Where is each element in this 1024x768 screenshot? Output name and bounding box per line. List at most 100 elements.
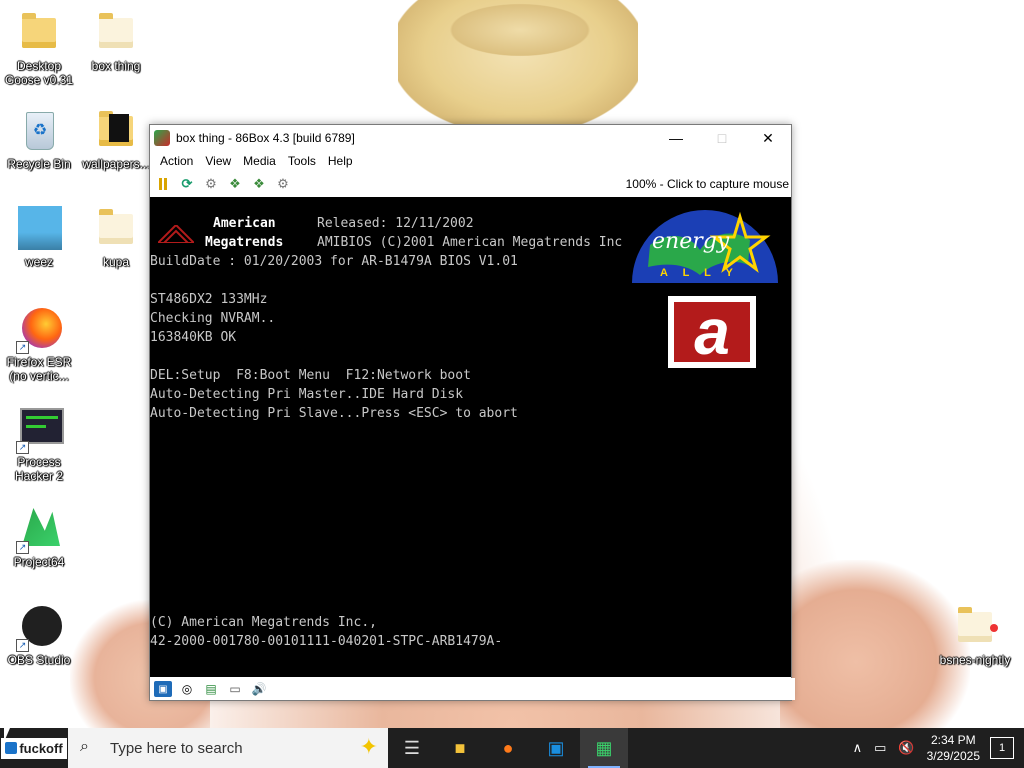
bios-build-date: BuildDate : 01/20/2003 for AR-B1479A BIO… xyxy=(150,254,518,269)
bios-detect-slave: Auto-Detecting Pri Slave...Press <ESC> t… xyxy=(150,406,518,421)
shortcut-arrow-icon: ↗ xyxy=(16,441,29,454)
start-button[interactable]: fuckoff xyxy=(0,728,68,768)
desktop-icon-firefox-esr[interactable]: ↗ Firefox ESR (no vertic... xyxy=(0,306,78,383)
desktop-icon-label: Process Hacker 2 xyxy=(14,455,64,483)
chevron-up-icon[interactable]: ∧ xyxy=(853,740,863,756)
ctrl-alt-esc-icon[interactable]: ❖ xyxy=(226,175,244,193)
pause-icon[interactable] xyxy=(154,175,172,193)
desktop-icon-box-thing[interactable]: box thing xyxy=(77,10,155,73)
task-view-icon[interactable]: ☰ xyxy=(388,728,436,768)
search-icon: ⌕ xyxy=(80,738,89,755)
floppy-drive-icon[interactable]: ▣ xyxy=(154,681,172,697)
status-bar: ▣ ◎ ▤ ▭ 🔊 xyxy=(150,678,795,700)
bios-footer-id: 42-2000-001780-00101111-040201-STPC-ARB1… xyxy=(150,634,503,649)
menu-bar: Action View Media Tools Help xyxy=(150,151,791,171)
process-hacker-icon xyxy=(20,408,64,444)
close-button[interactable]: ✕ xyxy=(745,125,791,151)
file-explorer-icon[interactable]: ■ xyxy=(436,728,484,768)
outlook-icon[interactable]: ▣ xyxy=(532,728,580,768)
menu-action[interactable]: Action xyxy=(154,154,199,168)
clock-date: 3/29/2025 xyxy=(926,749,980,763)
capture-status: 100% - Click to capture mouse xyxy=(625,177,789,191)
desktop-icon-wallpapers[interactable]: wallpapers... xyxy=(77,108,155,171)
desktop-icon-label: box thing xyxy=(91,59,141,73)
desktop-icon-label: kupa xyxy=(102,255,130,269)
window-titlebar[interactable]: box thing - 86Box 4.3 [build 6789] — □ ✕ xyxy=(150,125,791,151)
energy-word: energy xyxy=(652,229,730,254)
network-tray-icon[interactable]: ▭ xyxy=(874,740,886,756)
shortcut-arrow-icon: ↗ xyxy=(16,541,29,554)
bios-memory: 163840KB OK xyxy=(150,330,237,345)
clock[interactable]: 2:34 PM 3/29/2025 xyxy=(927,732,980,764)
reset-icon[interactable]: ⟳ xyxy=(178,175,196,193)
cdrom-drive-icon[interactable]: ◎ xyxy=(178,681,196,697)
ctrl-alt-del-icon[interactable]: ⚙ xyxy=(202,175,220,193)
desktop-icon-project64[interactable]: ↗ Project64 xyxy=(0,506,78,569)
settings-icon[interactable]: ⚙ xyxy=(274,175,292,193)
hard-disk-icon[interactable]: ▤ xyxy=(202,681,220,697)
desktop-icon-weez[interactable]: weez xyxy=(0,206,78,269)
start-label: fuckoff xyxy=(19,740,63,756)
energy-star-logo: energy A L L Y xyxy=(630,205,780,285)
search-box[interactable]: ⌕ ✦ xyxy=(68,728,388,768)
windows-logo-icon xyxy=(5,742,18,754)
menu-help[interactable]: Help xyxy=(322,154,359,168)
folder-icon xyxy=(99,209,133,244)
desktop-icon-process-hacker[interactable]: ↗ Process Hacker 2 xyxy=(0,406,78,483)
desktop-icon-obs-studio[interactable]: ↗ OBS Studio xyxy=(0,604,78,667)
bios-nvram: Checking NVRAM.. xyxy=(150,311,276,326)
emulator-screen[interactable]: American Megatrends Released: 12/11/2002… xyxy=(150,197,791,677)
bios-copyright: AMIBIOS (C)2001 American Megatrends Inc xyxy=(317,235,623,250)
logo-letter: a xyxy=(674,300,750,364)
search-highlight-icon[interactable]: ✦ xyxy=(360,734,378,760)
desktop-icon-desktop-goose[interactable]: Desktop Goose v0.31 xyxy=(0,10,78,87)
firefox-taskbar-icon[interactable]: ● xyxy=(484,728,532,768)
desktop-icon-bsnes-nightly[interactable]: bsnes-nightly xyxy=(936,604,1014,667)
desktop-icon-recycle-bin[interactable]: ♻ Recycle Bin xyxy=(0,108,78,171)
network-icon[interactable]: ▭ xyxy=(226,681,244,697)
desktop-icon-label: wallpapers... xyxy=(82,157,150,171)
window-title: box thing - 86Box 4.3 [build 6789] xyxy=(176,131,355,145)
bios-cpu: ST486DX2 133MHz xyxy=(150,292,268,307)
notification-count: 1 xyxy=(998,742,1006,754)
menu-media[interactable]: Media xyxy=(237,154,282,168)
notification-center-icon[interactable]: 1 xyxy=(990,737,1014,759)
bios-header-megatrends: Megatrends xyxy=(205,235,284,250)
search-input[interactable] xyxy=(108,738,312,758)
folder-icon xyxy=(958,607,992,642)
menu-tools[interactable]: Tools xyxy=(282,154,322,168)
bios-header-american: American xyxy=(213,216,276,231)
wallpaper-thumb-icon xyxy=(109,114,129,142)
bios-detect-master: Auto-Detecting Pri Master..IDE Hard Disk xyxy=(150,387,464,402)
wallpaper-knot-top xyxy=(440,0,600,60)
taskbar: fuckoff ⌕ ✦ ☰ ■ ● ▣ ▦ ∧ ▭ 🔇 2:34 PM 3/29… xyxy=(0,728,1024,768)
menu-view[interactable]: View xyxy=(199,154,237,168)
clock-time: 2:34 PM xyxy=(930,733,976,747)
bsnes-dot-icon xyxy=(990,624,998,632)
shortcut-arrow-icon: ↗ xyxy=(16,639,29,652)
recycle-bin-icon: ♻ xyxy=(26,112,54,150)
bios-released-date: Released: 12/11/2002 xyxy=(317,216,474,231)
bios-keys: DEL:Setup F8:Boot Menu F12:Network boot xyxy=(150,368,471,383)
folder-icon xyxy=(22,13,56,48)
desktop-icon-label: Recycle Bin xyxy=(7,157,71,171)
desktop-icon-label: Project64 xyxy=(13,555,65,569)
86box-app-icon xyxy=(154,130,170,146)
bios-footer-copyright: (C) American Megatrends Inc., xyxy=(150,615,377,630)
desktop-icon-kupa[interactable]: kupa xyxy=(77,206,155,269)
desktop-icon-label: weez xyxy=(24,255,53,269)
sound-icon[interactable]: 🔊 xyxy=(250,681,268,697)
ami-logo-icon xyxy=(158,225,194,243)
minimize-button[interactable]: — xyxy=(653,125,699,151)
desktop-icon-label: Desktop Goose v0.31 xyxy=(4,59,74,87)
system-tray: ∧ ▭ 🔇 2:34 PM 3/29/2025 1 xyxy=(847,728,1024,768)
volume-muted-icon[interactable]: 🔇 xyxy=(898,740,914,756)
hard-reset-icon[interactable]: ❖ xyxy=(250,175,268,193)
desktop-icon-label: OBS Studio xyxy=(7,653,71,667)
86box-window: box thing - 86Box 4.3 [build 6789] — □ ✕… xyxy=(149,124,795,701)
toolbar: ⟳ ⚙ ❖ ❖ ⚙ 100% - Click to capture mouse xyxy=(150,171,791,198)
maximize-button[interactable]: □ xyxy=(699,125,745,151)
folder-icon xyxy=(99,13,133,48)
desktop-icon-label: Firefox ESR (no vertic... xyxy=(6,355,72,383)
86box-taskbar-icon[interactable]: ▦ xyxy=(580,728,628,768)
